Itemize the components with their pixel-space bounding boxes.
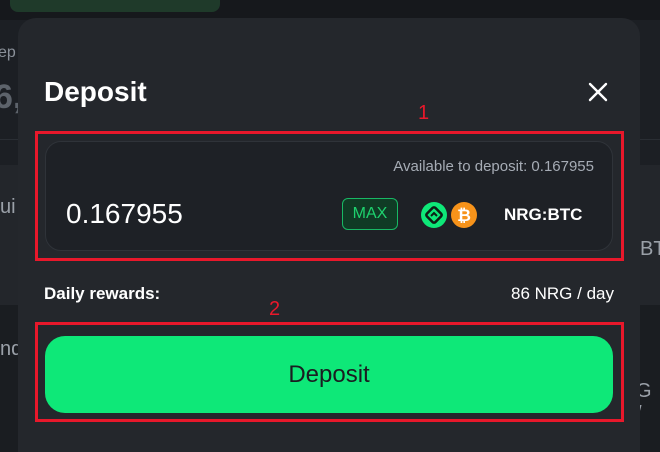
background-topbar-pill bbox=[10, 0, 220, 12]
daily-rewards-value: 86 NRG / day bbox=[511, 284, 614, 303]
background-topbar bbox=[0, 0, 660, 20]
annotation-number: 2 bbox=[269, 298, 281, 320]
background-text-fragment: ep bbox=[0, 44, 16, 61]
close-icon bbox=[588, 82, 608, 102]
background-text-fragment: ui bbox=[0, 196, 16, 218]
background-text-fragment: BT bbox=[640, 238, 660, 260]
close-button[interactable] bbox=[586, 80, 610, 104]
daily-rewards-label: Daily rewards: bbox=[44, 284, 161, 303]
modal-title: Deposit bbox=[44, 76, 147, 107]
annotation-box bbox=[35, 131, 624, 261]
annotation-number: 1 bbox=[418, 102, 430, 124]
annotation-box bbox=[35, 322, 624, 422]
